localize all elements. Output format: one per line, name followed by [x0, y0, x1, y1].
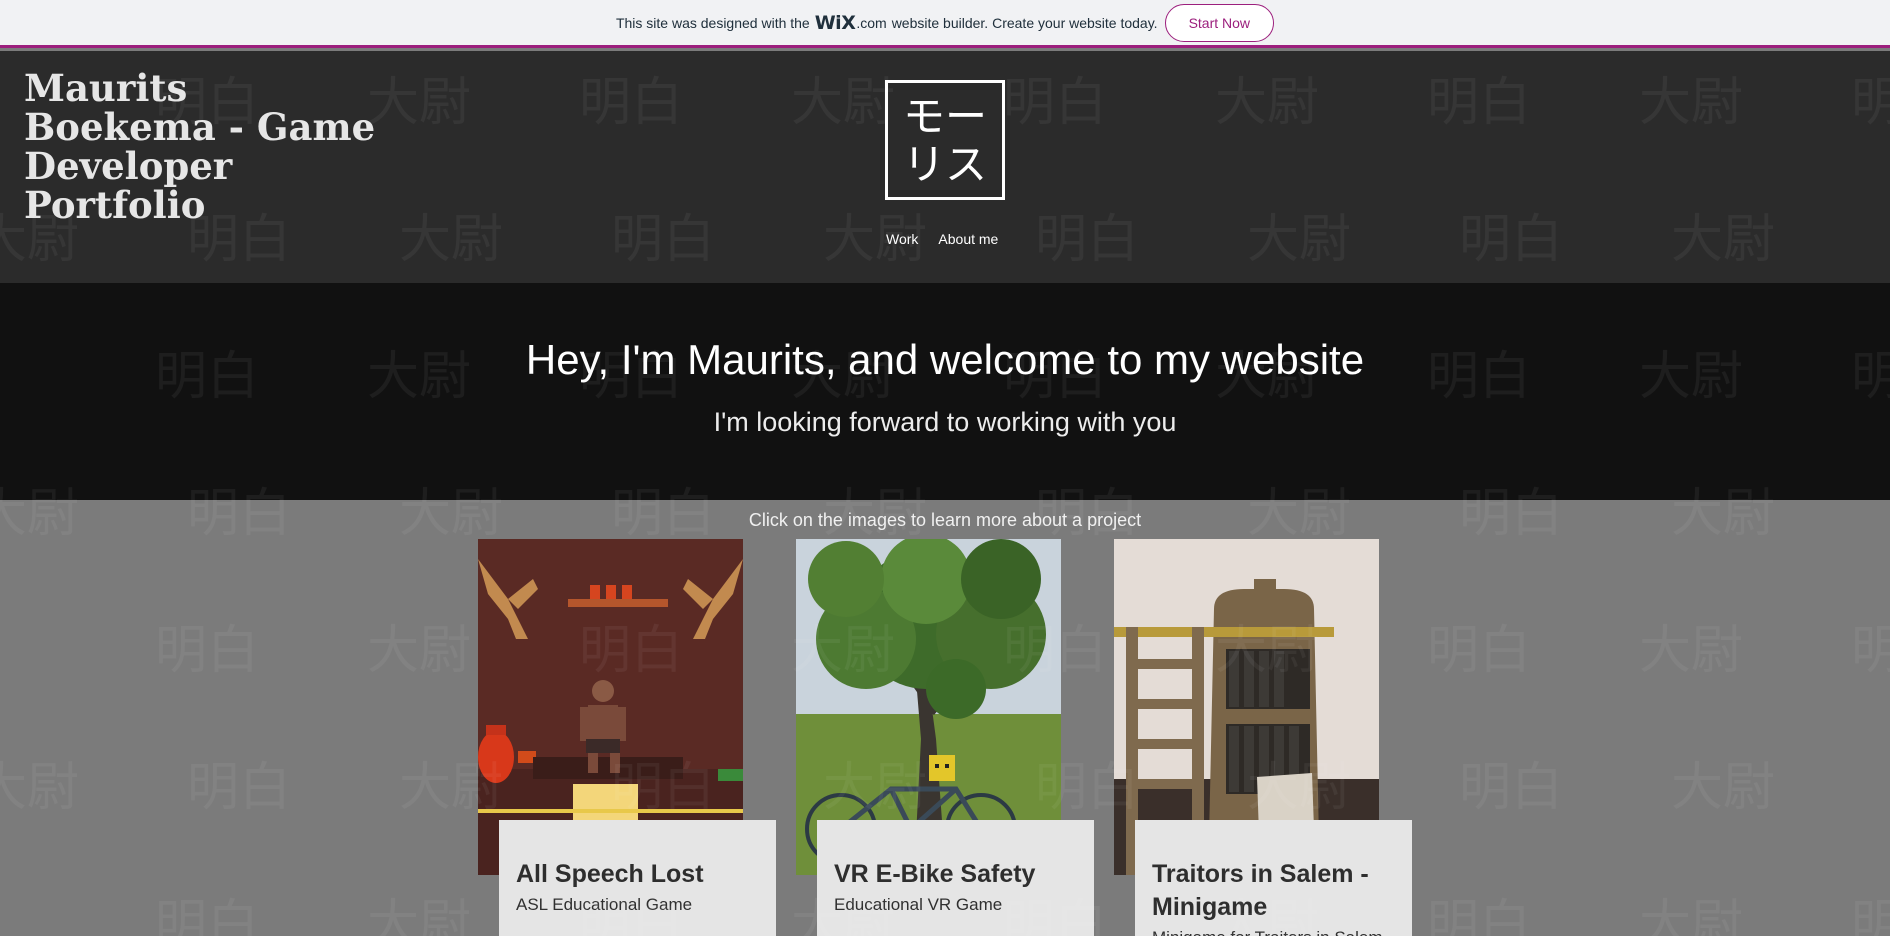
project-caption[interactable]: VR E-Bike Safety Educational VR Game: [817, 820, 1094, 936]
watermark-glyph: 明白: [1427, 621, 1532, 681]
wix-dot-com: .com: [856, 14, 887, 31]
logo-line-2: リス: [902, 140, 987, 189]
watermark-glyph: 明白: [1851, 621, 1890, 681]
wix-logo: WiX: [814, 11, 856, 34]
nav-item-work[interactable]: Work: [886, 231, 918, 247]
project-title: Traitors in Salem - Minigame: [1152, 860, 1369, 921]
watermark-glyph: 明白: [155, 621, 260, 681]
logo-line-1: モー: [902, 92, 987, 141]
project-title: VR E-Bike Safety: [834, 860, 1036, 888]
wix-promo-banner: This site was designed with the WiX .com…: [0, 0, 1890, 48]
watermark-glyph: 大尉: [1639, 895, 1744, 936]
site-logo[interactable]: モー リス: [885, 80, 1005, 200]
project-caption[interactable]: Traitors in Salem - Minigame Minigame fo…: [1135, 820, 1412, 936]
hero-subheading: I'm looking forward to working with you: [713, 407, 1177, 437]
watermark-glyph: 大尉: [1671, 758, 1776, 818]
main-nav: Work About me: [886, 231, 998, 247]
watermark-glyph: 明白: [155, 895, 260, 936]
watermark-glyph: 明白: [1851, 895, 1890, 936]
nav-item-about-me[interactable]: About me: [938, 231, 998, 247]
site-header: Maurits Boekema - Game Developer Portfol…: [0, 51, 1890, 283]
project-card-vr-e-bike-safety[interactable]: VR E-Bike Safety Educational VR Game: [796, 539, 1096, 936]
banner-text-after: website builder. Create your website tod…: [891, 14, 1158, 31]
watermark-glyph: 明白: [1459, 758, 1564, 818]
project-subtitle: ASL Educational Game: [516, 895, 693, 914]
watermark-glyph: 明白: [1427, 895, 1532, 936]
site-title[interactable]: Maurits Boekema - Game Developer Portfol…: [24, 69, 384, 225]
hero-section: Hey, I'm Maurits, and welcome to my webs…: [0, 283, 1890, 500]
watermark-glyph: 明白: [187, 758, 292, 818]
projects-instruction: Click on the images to learn more about …: [748, 510, 1142, 530]
banner-text-before: This site was designed with the: [615, 14, 810, 31]
project-caption[interactable]: All Speech Lost ASL Educational Game: [499, 820, 776, 936]
project-subtitle: Educational VR Game: [834, 895, 1003, 914]
watermark-glyph: 大尉: [367, 621, 472, 681]
project-card-traitors-in-salem[interactable]: Traitors in Salem - Minigame Minigame fo…: [1114, 539, 1414, 936]
watermark-glyph: 大尉: [1639, 621, 1744, 681]
project-title: All Speech Lost: [516, 860, 704, 888]
watermark-glyph: 大尉: [367, 895, 472, 936]
hero-heading: Hey, I'm Maurits, and welcome to my webs…: [525, 336, 1365, 383]
watermark-glyph: 大尉: [0, 758, 80, 818]
project-card-all-speech-lost[interactable]: All Speech Lost ASL Educational Game: [478, 539, 778, 936]
start-now-button[interactable]: Start Now: [1164, 3, 1275, 42]
project-subtitle: Minigame for Traitors in Salem: [1152, 928, 1395, 936]
